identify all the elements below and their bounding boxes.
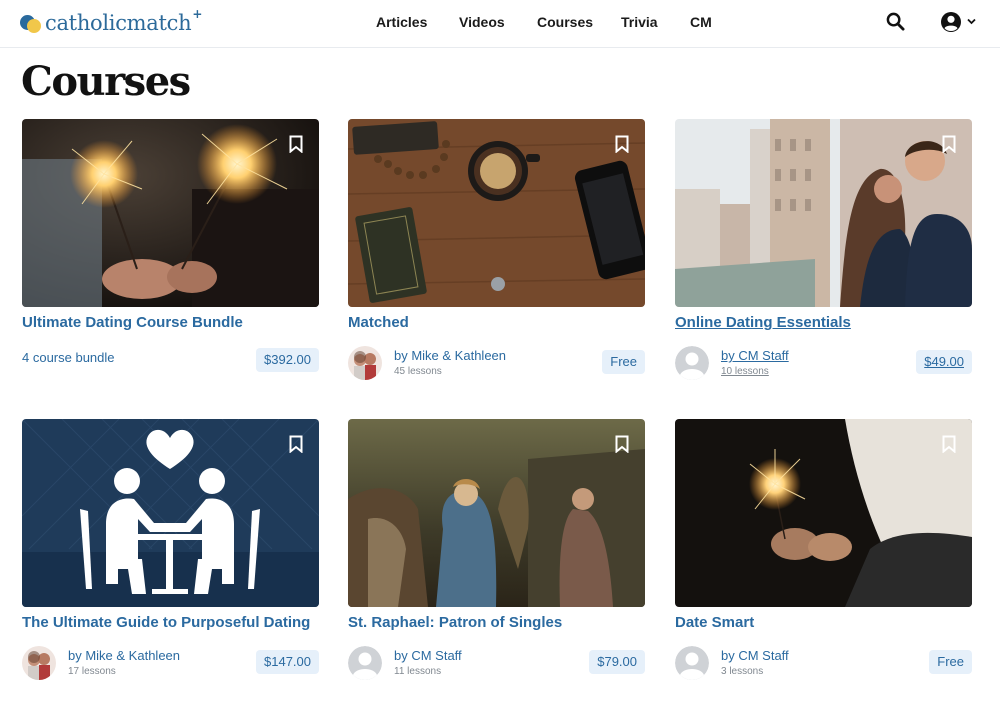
bookmark-icon[interactable] [289, 435, 303, 453]
lesson-count: 17 lessons [68, 666, 116, 677]
course-author[interactable]: by CM Staff [394, 648, 462, 663]
page-title: Courses [21, 58, 191, 105]
course-title[interactable]: Online Dating Essentials [675, 314, 851, 331]
course-card[interactable]: Online Dating Essentials by CM Staff 10 … [675, 119, 972, 380]
account-icon[interactable] [940, 11, 962, 33]
course-thumbnail-sparklers-couple[interactable] [22, 119, 319, 307]
nav-courses[interactable]: Courses [537, 14, 593, 30]
price-badge[interactable]: $79.00 [589, 650, 645, 674]
course-bundle-count: 4 course bundle [22, 350, 115, 365]
nav-cm[interactable]: CM [690, 14, 712, 30]
author-avatar-placeholder[interactable] [675, 646, 709, 680]
course-card[interactable]: The Ultimate Guide to Purposeful Dating … [22, 419, 319, 680]
course-card[interactable]: Ultimate Dating Course Bundle 4 course b… [22, 119, 319, 379]
author-avatar-placeholder[interactable] [675, 346, 709, 380]
course-title[interactable]: Date Smart [675, 614, 754, 631]
author-avatar[interactable] [22, 646, 56, 680]
price-badge[interactable]: $392.00 [256, 348, 319, 372]
course-author[interactable]: by Mike & Kathleen [68, 648, 180, 663]
course-card[interactable]: Date Smart by CM Staff 3 lessons Free [675, 419, 972, 680]
price-badge[interactable]: Free [929, 650, 972, 674]
course-title[interactable]: Matched [348, 314, 409, 331]
bookmark-icon[interactable] [615, 435, 629, 453]
bookmark-icon[interactable] [615, 135, 629, 153]
lesson-count: 3 lessons [721, 666, 764, 677]
course-thumbnail-venice-couple[interactable] [675, 119, 972, 307]
course-author[interactable]: by CM Staff [721, 648, 789, 663]
logo-text: catholicmatch [45, 11, 192, 35]
course-thumbnail-couple-table-illustration[interactable] [22, 419, 319, 607]
bookmark-icon[interactable] [942, 135, 956, 153]
bookmark-icon[interactable] [942, 435, 956, 453]
nav-trivia[interactable]: Trivia [621, 14, 658, 30]
price-badge[interactable]: $147.00 [256, 650, 319, 674]
lesson-count: 10 lessons [721, 366, 769, 377]
course-author[interactable]: by Mike & Kathleen [394, 348, 506, 363]
course-author[interactable]: by CM Staff [721, 348, 789, 363]
course-thumbnail-wood-table[interactable] [348, 119, 645, 307]
logo-plus: + [192, 7, 203, 21]
course-title[interactable]: St. Raphael: Patron of Singles [348, 614, 562, 631]
lesson-count: 11 lessons [394, 666, 442, 677]
price-badge[interactable]: Free [602, 350, 645, 374]
lesson-count: 45 lessons [394, 366, 442, 377]
course-card[interactable]: Matched by Mike & Kathleen 45 lessons Fr… [348, 119, 645, 380]
search-icon[interactable] [886, 12, 905, 31]
site-header: catholicmatch + Articles Videos Courses … [0, 0, 1000, 48]
author-avatar[interactable] [348, 346, 382, 380]
logo-mark-icon [20, 12, 42, 34]
course-thumbnail-st-raphael-painting[interactable] [348, 419, 645, 607]
nav-articles[interactable]: Articles [376, 14, 427, 30]
course-title[interactable]: Ultimate Dating Course Bundle [22, 314, 243, 331]
catholicmatch-logo[interactable]: catholicmatch + [20, 7, 203, 37]
course-thumbnail-sparkler-hands[interactable] [675, 419, 972, 607]
course-card[interactable]: St. Raphael: Patron of Singles by CM Sta… [348, 419, 645, 680]
bookmark-icon[interactable] [289, 135, 303, 153]
author-avatar-placeholder[interactable] [348, 646, 382, 680]
nav-videos[interactable]: Videos [459, 14, 505, 30]
chevron-down-icon[interactable] [967, 18, 976, 25]
course-title[interactable]: The Ultimate Guide to Purposeful Dating [22, 614, 310, 631]
price-badge[interactable]: $49.00 [916, 350, 972, 374]
